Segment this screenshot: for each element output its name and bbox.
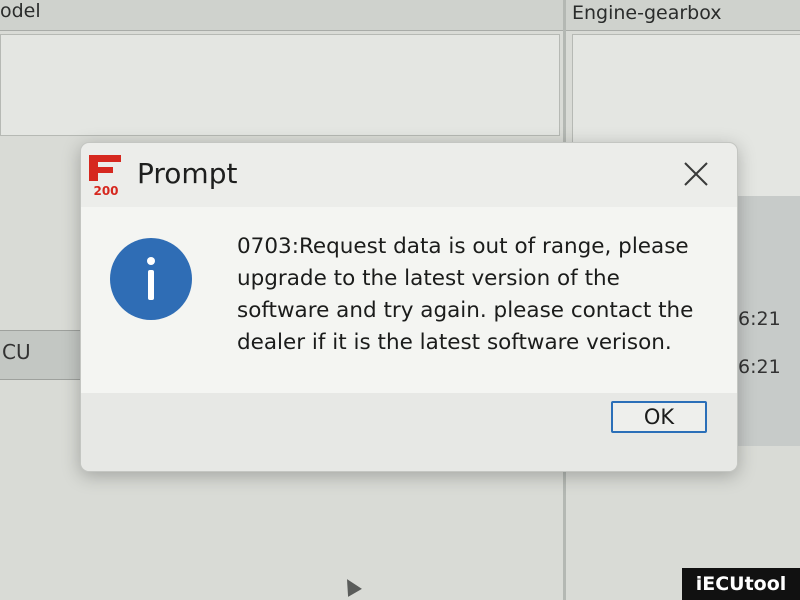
dialog-message: 0703:Request data is out of range, pleas… — [237, 231, 727, 359]
dialog-title: Prompt — [137, 157, 238, 190]
ok-button[interactable]: OK — [611, 401, 707, 433]
message-line: upgrade to the latest version of the — [237, 266, 620, 291]
column-title-model: odel — [0, 0, 41, 22]
info-icon — [109, 237, 193, 321]
close-button[interactable] — [679, 157, 713, 191]
message-line: dealer if it is the latest software veri… — [237, 330, 672, 355]
message-line: software and try again. please contact t… — [237, 298, 694, 323]
time-value: 6:21 — [738, 356, 781, 378]
model-panel — [0, 34, 560, 136]
watermark-logo: iECUtool — [682, 568, 800, 600]
app-logo-icon: 200 — [87, 153, 125, 198]
column-title-engine-gearbox: Engine-gearbox — [572, 2, 722, 24]
dialog-titlebar[interactable]: 200 Prompt — [81, 143, 737, 207]
close-icon — [684, 162, 708, 186]
ecu-row-label: CU — [2, 340, 31, 364]
prompt-dialog: 200 Prompt 0703:Request data is out of r… — [80, 142, 738, 472]
message-line: 0703:Request data is out of range, pleas… — [237, 234, 689, 259]
dialog-body: 0703:Request data is out of range, pleas… — [81, 207, 737, 393]
mouse-cursor-icon — [340, 575, 362, 597]
time-value: 6:21 — [738, 308, 781, 330]
app-logo-text: 200 — [93, 184, 118, 197]
dialog-footer: OK — [81, 393, 737, 471]
